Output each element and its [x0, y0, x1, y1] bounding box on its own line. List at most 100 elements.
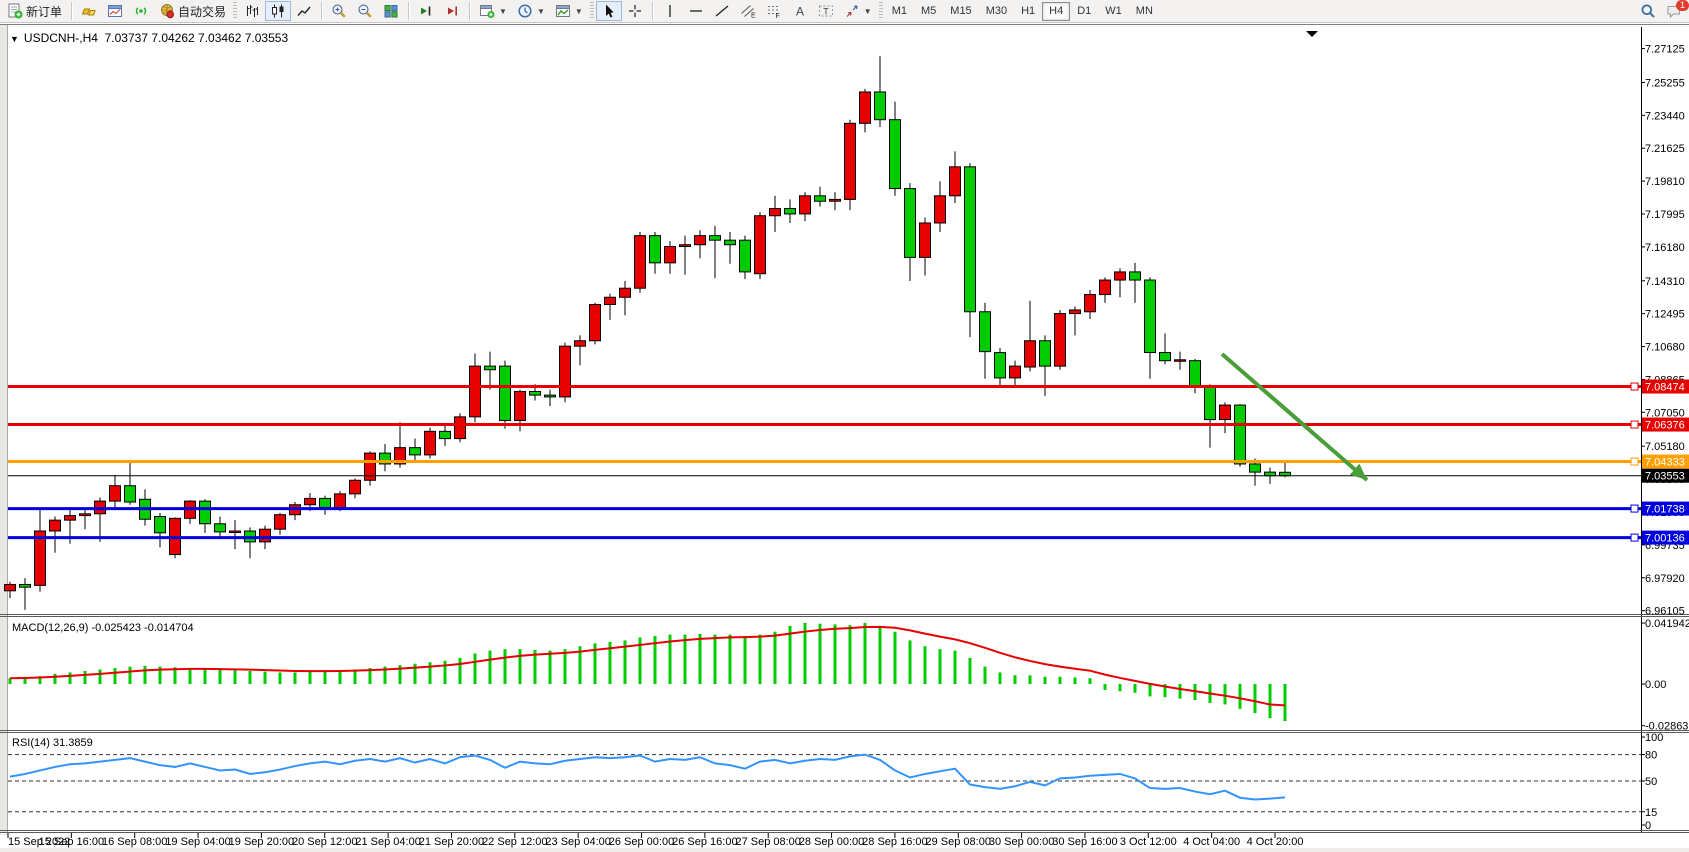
timeframe-d1[interactable]: D1: [1070, 2, 1098, 21]
hline-anchor[interactable]: [1631, 534, 1638, 541]
candle[interactable]: [365, 453, 376, 480]
candle[interactable]: [455, 417, 466, 439]
dropdown-caret-icon[interactable]: ▼: [864, 7, 872, 16]
chart-shift-button[interactable]: [413, 1, 439, 21]
hline-anchor[interactable]: [1631, 421, 1638, 428]
candle[interactable]: [1190, 361, 1201, 386]
candle[interactable]: [335, 494, 346, 508]
candle[interactable]: [1040, 341, 1051, 366]
timeframe-m5[interactable]: M5: [914, 2, 943, 21]
candle[interactable]: [980, 312, 991, 352]
templates-button[interactable]: ▼: [550, 1, 588, 21]
search-button[interactable]: [1635, 1, 1661, 21]
candle[interactable]: [305, 498, 316, 504]
signals-button[interactable]: [128, 1, 154, 21]
candle[interactable]: [1070, 310, 1081, 314]
bar-chart-button[interactable]: [239, 1, 265, 21]
candle[interactable]: [890, 120, 901, 189]
candle[interactable]: [1100, 280, 1111, 294]
candle[interactable]: [1205, 387, 1216, 420]
timeframe-m15[interactable]: M15: [943, 2, 978, 21]
vertical-line-button[interactable]: [657, 1, 683, 21]
periods-button[interactable]: ▼: [512, 1, 550, 21]
auto-trading-button[interactable]: 自动交易: [154, 1, 231, 21]
candle[interactable]: [560, 346, 571, 397]
candle[interactable]: [470, 366, 481, 417]
cursor-button[interactable]: [596, 1, 622, 21]
candle[interactable]: [665, 247, 676, 263]
trendline-button[interactable]: [709, 1, 735, 21]
candle[interactable]: [350, 480, 361, 494]
candle[interactable]: [755, 216, 766, 274]
candle[interactable]: [725, 240, 736, 245]
candle[interactable]: [215, 524, 226, 532]
new-chart-button[interactable]: ▼: [474, 1, 512, 21]
hline-anchor[interactable]: [1631, 505, 1638, 512]
candle[interactable]: [590, 305, 601, 341]
candle[interactable]: [845, 123, 856, 199]
market-watch-button[interactable]: [102, 1, 128, 21]
candle[interactable]: [275, 515, 286, 529]
candle[interactable]: [515, 391, 526, 420]
hline-anchor[interactable]: [1631, 383, 1638, 390]
horizontal-line-button[interactable]: [683, 1, 709, 21]
candle[interactable]: [1025, 341, 1036, 367]
candle[interactable]: [500, 366, 511, 420]
line-chart-button[interactable]: [291, 1, 317, 21]
candle[interactable]: [830, 199, 841, 201]
timeframe-m30[interactable]: M30: [979, 2, 1014, 21]
hline-anchor[interactable]: [1631, 458, 1638, 465]
dropdown-caret-icon[interactable]: ▼: [499, 7, 507, 16]
candle[interactable]: [110, 486, 121, 501]
candle[interactable]: [710, 236, 721, 241]
candle[interactable]: [1175, 360, 1186, 362]
candle[interactable]: [230, 531, 241, 533]
timeframe-m1[interactable]: M1: [885, 2, 914, 21]
candle[interactable]: [50, 520, 61, 531]
candle[interactable]: [815, 196, 826, 201]
candle[interactable]: [1055, 314, 1066, 367]
candle[interactable]: [125, 486, 136, 502]
candle[interactable]: [440, 431, 451, 438]
fibonacci-button[interactable]: F: [761, 1, 787, 21]
candle[interactable]: [965, 167, 976, 312]
candle[interactable]: [1250, 464, 1261, 472]
candle[interactable]: [605, 297, 616, 304]
candle[interactable]: [770, 208, 781, 215]
candle[interactable]: [1235, 405, 1246, 464]
zoom-out-button[interactable]: [352, 1, 378, 21]
candle[interactable]: [1145, 280, 1156, 352]
candle[interactable]: [5, 584, 16, 590]
candle[interactable]: [200, 501, 211, 524]
equidistant-channel-button[interactable]: E: [735, 1, 761, 21]
gold-button[interactable]: [76, 1, 102, 21]
candle[interactable]: [260, 529, 271, 542]
dropdown-caret-icon[interactable]: ▼: [537, 7, 545, 16]
candle[interactable]: [800, 196, 811, 214]
auto-scroll-button[interactable]: [439, 1, 465, 21]
candle[interactable]: [320, 498, 331, 507]
notifications-button[interactable]: 1: [1661, 1, 1687, 21]
timeframe-w1[interactable]: W1: [1098, 2, 1129, 21]
candle[interactable]: [950, 167, 961, 196]
timeframe-h4[interactable]: H4: [1042, 2, 1070, 21]
zoom-in-button[interactable]: [326, 1, 352, 21]
candle[interactable]: [485, 366, 496, 370]
arrows-button[interactable]: ▼: [839, 1, 877, 21]
text-button[interactable]: A: [787, 1, 813, 21]
candle[interactable]: [620, 288, 631, 297]
candle[interactable]: [920, 223, 931, 257]
candle[interactable]: [1160, 353, 1171, 361]
candle[interactable]: [635, 236, 646, 289]
candle[interactable]: [575, 341, 586, 346]
candle[interactable]: [1130, 272, 1141, 280]
candle[interactable]: [155, 517, 166, 533]
candle[interactable]: [65, 516, 76, 521]
candle[interactable]: [20, 584, 31, 587]
candle[interactable]: [1115, 272, 1126, 280]
candle[interactable]: [650, 236, 661, 263]
chart-canvas[interactable]: 7.271257.252557.234407.216257.198107.179…: [0, 25, 1689, 852]
candle[interactable]: [995, 353, 1006, 378]
candle[interactable]: [1085, 295, 1096, 312]
candle[interactable]: [80, 514, 91, 516]
